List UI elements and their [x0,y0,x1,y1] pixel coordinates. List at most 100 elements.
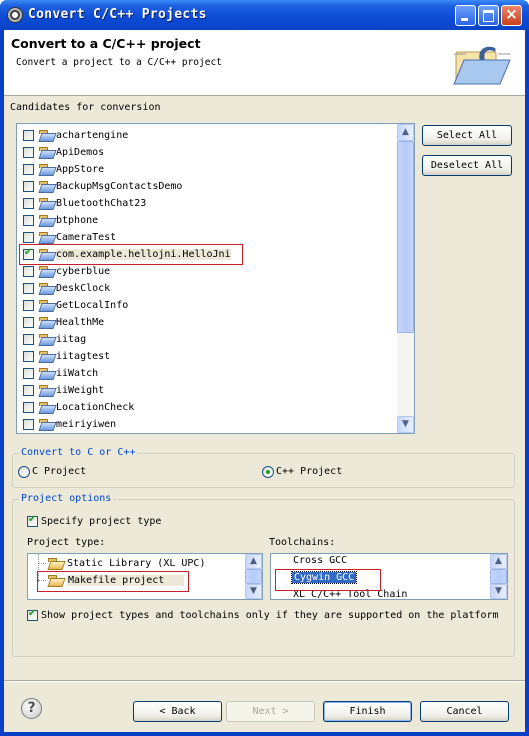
title-bar[interactable]: Convert C/C++ Projects × [0,0,529,30]
specify-type-checkbox[interactable] [27,514,38,527]
candidate-checkbox[interactable] [23,198,34,209]
candidate-label: GetLocalInfo [56,300,129,311]
project-type-item[interactable]: Static Library (XL UPC) [38,555,205,572]
candidate-item[interactable]: iitag [23,331,86,348]
scroll-up-icon[interactable]: ▲ [397,124,414,141]
toolchains-scrollbar[interactable]: ▲ ▼ [490,554,507,599]
candidate-item[interactable]: meiriyiwen [23,416,116,433]
project-folder-icon [39,147,54,158]
show-supported-checkbox[interactable] [27,608,38,621]
candidate-item[interactable]: BluetoothChat23 [23,195,146,212]
candidate-item[interactable]: cyberblue [23,263,110,280]
candidate-label: meiriyiwen [56,419,117,430]
back-button[interactable]: < Back [133,701,222,722]
annotation-box [19,244,243,265]
candidate-label: cyberblue [56,266,111,277]
cancel-button[interactable]: Cancel [420,701,509,722]
project-type-list[interactable]: Static Library (XL UPC) Makefile project… [27,553,263,600]
project-folder-icon [39,419,54,430]
convert-to-group: Convert to C or C++ C Project C++ Projec… [12,447,515,488]
candidate-checkbox[interactable] [23,351,34,362]
candidate-item[interactable]: HealthMe [23,314,104,331]
candidate-checkbox[interactable] [23,385,34,396]
scroll-up-icon[interactable]: ▲ [490,554,507,569]
candidate-checkbox[interactable] [23,300,34,311]
candidate-item[interactable]: achartengine [23,127,128,144]
candidate-item[interactable]: iiWeight [23,382,104,399]
wizard-description: Convert a project to a C/C++ project [16,57,222,68]
scroll-thumb[interactable] [397,141,414,333]
candidate-checkbox[interactable] [23,368,34,379]
project-folder-icon [39,164,54,175]
maximize-button[interactable] [478,5,499,26]
project-type-label: Project type: [27,537,106,548]
wizard-title: Convert to a C/C++ project [11,36,201,51]
help-icon[interactable]: ? [21,698,42,719]
folder-c-icon: C [453,43,511,85]
candidate-item[interactable]: iiWatch [23,365,98,382]
candidate-item[interactable]: AppStore [23,161,104,178]
show-supported-label[interactable]: Show project types and toolchains only i… [41,610,499,621]
candidate-checkbox[interactable] [23,334,34,345]
candidate-checkbox[interactable] [23,164,34,175]
scroll-down-icon[interactable]: ▼ [490,584,507,599]
candidate-checkbox[interactable] [23,317,34,328]
candidate-label: DeskClock [56,283,111,294]
next-button[interactable]: Next > [226,701,315,722]
c-project-radio[interactable] [18,466,30,478]
project-folder-icon [39,368,54,379]
cpp-project-radio[interactable] [262,466,274,478]
candidate-item[interactable]: LocationCheck [23,399,134,416]
candidate-checkbox[interactable] [23,402,34,413]
candidate-label: HealthMe [56,317,105,328]
project-folder-icon [39,317,54,328]
candidate-label: iitagtest [56,351,111,362]
specify-type-label[interactable]: Specify project type [41,516,161,527]
candidate-label: CameraTest [56,232,117,243]
candidate-item[interactable]: GetLocalInfo [23,297,128,314]
select-all-button[interactable]: Select All [422,125,512,146]
candidate-label: iiWatch [56,368,99,379]
scroll-up-icon[interactable]: ▲ [245,554,262,569]
close-button[interactable]: × [501,5,522,26]
candidate-label: iiWeight [56,385,105,396]
toolchains-list[interactable]: Cross GCC Cygwin GCC XL C/C++ Tool Chain… [270,553,508,600]
candidate-checkbox[interactable] [23,130,34,141]
candidate-item[interactable]: iitagtest [23,348,110,365]
candidate-checkbox[interactable] [23,215,34,226]
project-options-legend: Project options [19,493,114,504]
convert-to-legend: Convert to C or C++ [19,447,138,458]
project-folder-icon [39,198,54,209]
scroll-down-icon[interactable]: ▼ [397,416,414,433]
candidates-scrollbar[interactable]: ▲ ▼ [397,124,414,433]
candidate-item[interactable]: ApiDemos [23,144,104,161]
candidate-item[interactable]: DeskClock [23,280,110,297]
scroll-down-icon[interactable]: ▼ [245,584,262,599]
project-type-scrollbar[interactable]: ▲ ▼ [245,554,262,599]
candidate-checkbox[interactable] [23,181,34,192]
candidate-item[interactable]: btphone [23,212,98,229]
candidate-checkbox[interactable] [23,283,34,294]
candidate-checkbox[interactable] [23,147,34,158]
folder-icon [48,558,63,569]
candidate-label: ApiDemos [56,147,105,158]
toolchain-item[interactable]: Cross GCC [293,555,347,566]
deselect-all-button[interactable]: Deselect All [422,155,512,176]
candidate-item[interactable]: BackupMsgContactsDemo [23,178,182,195]
cpp-project-label[interactable]: C++ Project [276,466,342,477]
candidate-label: AppStore [56,164,105,175]
scroll-thumb[interactable] [490,569,507,584]
c-project-label[interactable]: C Project [32,466,86,477]
candidate-checkbox[interactable] [23,266,34,277]
project-options-group: Project options Specify project type Pro… [12,493,515,657]
candidate-checkbox[interactable] [23,232,34,243]
candidates-list[interactable]: achartengine ApiDemos AppStore BackupMsgCon… [16,123,415,434]
project-folder-icon [39,300,54,311]
dialog-client: Convert to a C/C++ project Convert a pro… [4,30,525,732]
annotation-box [37,571,189,592]
finish-button[interactable]: Finish [323,701,412,722]
toolchains-label: Toolchains: [269,537,336,548]
scroll-thumb[interactable] [245,569,262,584]
candidate-checkbox[interactable] [23,419,34,430]
minimize-button[interactable] [455,5,476,26]
